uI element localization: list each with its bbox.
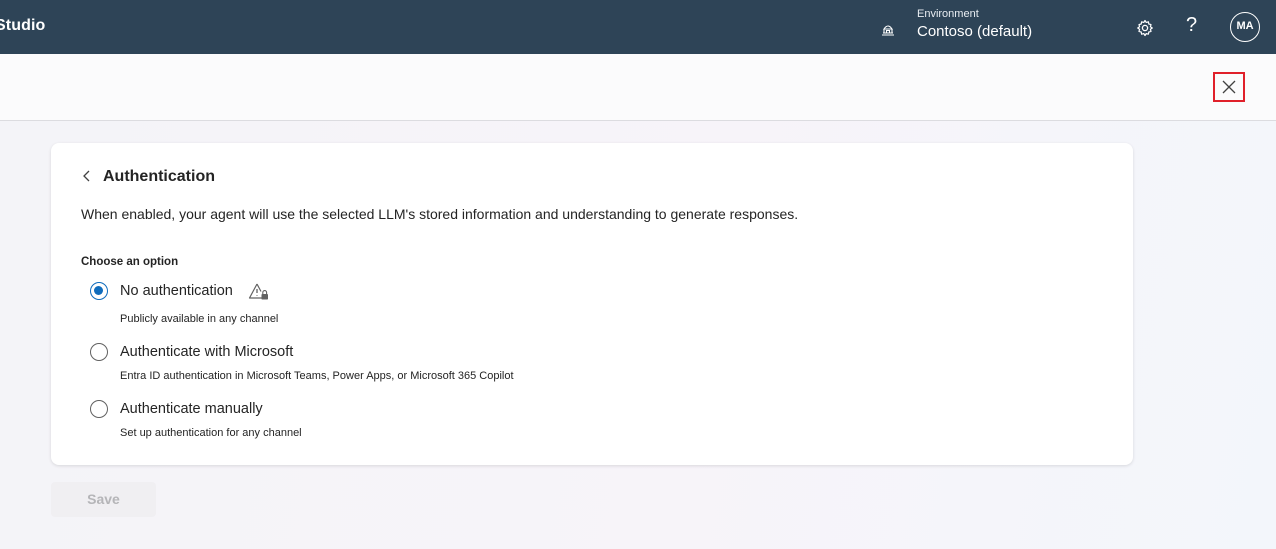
- avatar[interactable]: MA: [1230, 12, 1260, 42]
- close-icon: [1222, 80, 1236, 94]
- page-description: When enabled, your agent will use the se…: [81, 206, 799, 222]
- warning-lock-icon: [248, 283, 268, 300]
- option-description-authenticate-microsoft: Entra ID authentication in Microsoft Tea…: [120, 370, 514, 382]
- page-title: Authentication: [103, 168, 215, 185]
- choose-option-label: Choose an option: [81, 256, 179, 268]
- app-title: Studio: [0, 17, 46, 34]
- option-description-no-authentication: Publicly available in any channel: [120, 313, 279, 325]
- help-icon[interactable]: ?: [1186, 14, 1197, 37]
- environment-label: Environment: [917, 8, 979, 20]
- environment-icon: [882, 25, 894, 36]
- top-bar: Studio Environment Contoso (default) ? M…: [0, 0, 1276, 54]
- save-button[interactable]: Save: [51, 482, 156, 517]
- panel-header: [0, 54, 1276, 121]
- option-description-authenticate-manually: Set up authentication for any channel: [120, 427, 302, 439]
- radio-authenticate-manually[interactable]: [90, 400, 108, 418]
- radio-no-authentication[interactable]: [90, 282, 108, 300]
- chevron-left-icon[interactable]: [81, 168, 93, 184]
- radio-authenticate-microsoft[interactable]: [90, 343, 108, 361]
- gear-icon[interactable]: [1136, 19, 1154, 37]
- close-button[interactable]: [1213, 72, 1245, 102]
- option-label-authenticate-manually[interactable]: Authenticate manually: [120, 401, 263, 417]
- option-label-no-authentication[interactable]: No authentication: [120, 283, 233, 299]
- option-label-authenticate-microsoft[interactable]: Authenticate with Microsoft: [120, 344, 293, 360]
- environment-selector[interactable]: Contoso (default): [917, 23, 1032, 40]
